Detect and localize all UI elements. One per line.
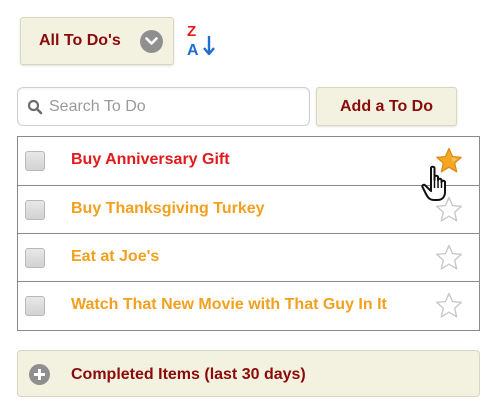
sort-letter-bottom: A — [187, 42, 199, 58]
star-icon-empty[interactable] — [435, 244, 463, 271]
todo-checkbox[interactable] — [25, 296, 45, 316]
search-box[interactable] — [17, 87, 310, 126]
filter-label: All To Do's — [39, 32, 121, 49]
todo-checkbox[interactable] — [25, 151, 45, 171]
todo-text[interactable]: Buy Thanksgiving Turkey — [71, 200, 265, 218]
sort-z-a-icon[interactable]: Z A — [186, 22, 218, 59]
star-icon-empty[interactable] — [435, 196, 463, 223]
todo-text[interactable]: Buy Anniversary Gift — [71, 151, 230, 169]
todo-text[interactable]: Watch That New Movie with That Guy In It — [71, 296, 387, 314]
star-icon-empty[interactable] — [435, 292, 463, 319]
todo-row[interactable]: Buy Thanksgiving Turkey — [18, 185, 479, 233]
todo-checkbox[interactable] — [25, 248, 45, 268]
todo-text[interactable]: Eat at Joe's — [71, 248, 159, 266]
todo-checkbox[interactable] — [25, 200, 45, 220]
add-todo-button[interactable]: Add a To Do — [316, 87, 457, 126]
completed-items-toggle[interactable]: Completed Items (last 30 days) — [17, 350, 480, 397]
todo-list: Buy Anniversary Gift Buy Thanksgiving Tu… — [17, 136, 480, 331]
search-input[interactable] — [49, 88, 304, 125]
todo-row[interactable]: Buy Anniversary Gift — [18, 137, 479, 185]
filter-dropdown[interactable]: All To Do's — [20, 17, 174, 65]
star-icon-filled[interactable] — [435, 147, 463, 174]
plus-icon — [29, 364, 50, 385]
search-icon — [27, 99, 43, 115]
todo-row[interactable]: Watch That New Movie with That Guy In It — [18, 281, 479, 330]
chevron-down-icon — [140, 30, 163, 53]
completed-items-label: Completed Items (last 30 days) — [71, 366, 306, 383]
sort-letter-top: Z — [187, 23, 196, 40]
todo-row[interactable]: Eat at Joe's — [18, 233, 479, 281]
